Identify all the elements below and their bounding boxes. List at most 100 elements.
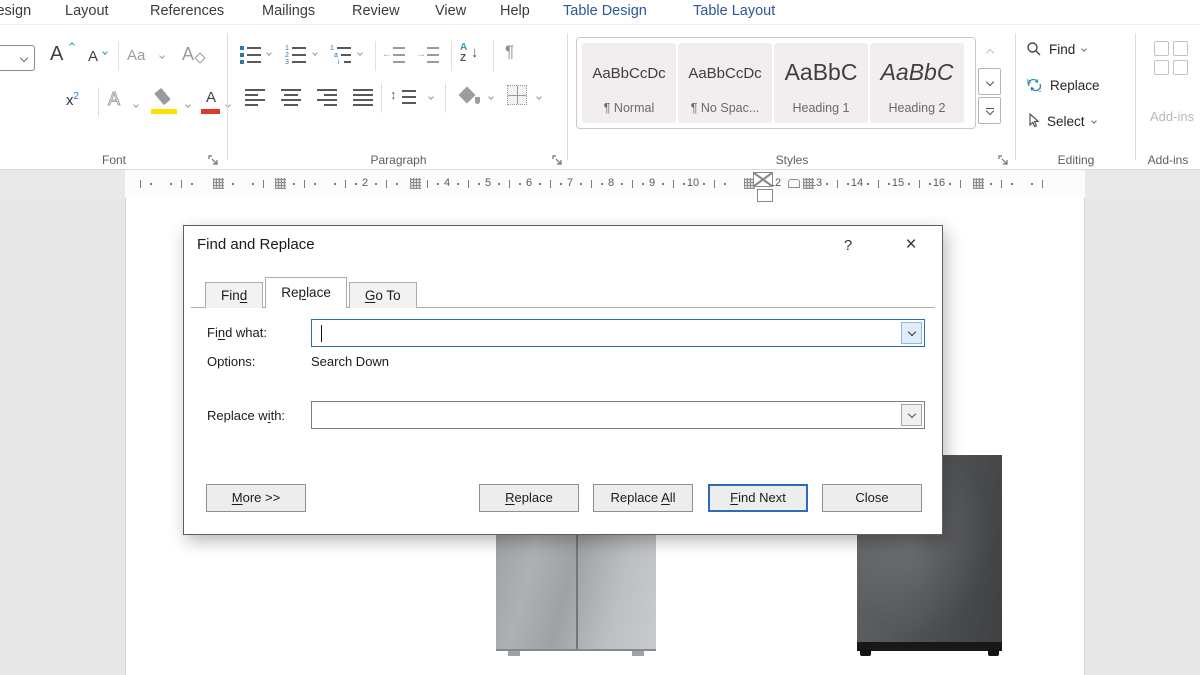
table-column-marker[interactable] — [213, 178, 224, 189]
decrease-indent-button[interactable]: ← — [384, 45, 406, 63]
menu-tab-mailings[interactable]: Mailings — [262, 0, 315, 25]
table-column-marker[interactable] — [973, 178, 984, 189]
indent-marker[interactable] — [788, 179, 800, 188]
gallery-more-button[interactable] — [978, 97, 1001, 124]
help-button[interactable]: ? — [836, 234, 860, 258]
font-color-button[interactable]: A — [200, 89, 222, 115]
align-center-button[interactable] — [281, 87, 303, 105]
ruler-tick — [1001, 180, 1002, 188]
multilevel-list-button[interactable]: 1 a i — [330, 45, 352, 63]
ruler-tick — [263, 180, 264, 188]
table-column-marker[interactable] — [803, 178, 814, 189]
numbering-button[interactable]: 1 2 3 — [285, 45, 307, 63]
table-resize-marker[interactable] — [753, 172, 773, 187]
align-right-button[interactable] — [317, 87, 339, 105]
table-column-marker[interactable] — [275, 178, 286, 189]
fridge-foot — [508, 651, 520, 656]
ruler-number: 14 — [851, 177, 863, 189]
table-resize-marker-lower[interactable] — [757, 189, 773, 202]
superscript-button[interactable]: x2 — [66, 91, 79, 109]
style-card-heading-2[interactable]: AaBbCHeading 2 — [870, 43, 964, 123]
dialog-button-more[interactable]: More >> — [206, 484, 306, 512]
menu-tab-references[interactable]: References — [150, 0, 224, 25]
menu-tab-table-layout[interactable]: Table Layout — [693, 0, 775, 25]
text-effects-button[interactable]: A — [108, 89, 120, 110]
paragraph-dialog-launcher[interactable] — [552, 153, 564, 165]
style-card-normal[interactable]: AaBbCcDc¶ Normal — [582, 43, 676, 123]
styles-dialog-launcher[interactable] — [998, 153, 1010, 165]
replace-with-label: Replace with: — [207, 408, 285, 423]
justify-button[interactable] — [353, 87, 375, 105]
ruler-tick — [919, 180, 920, 188]
ruler-tick — [252, 183, 254, 185]
chevron-down-icon[interactable] — [133, 102, 139, 108]
replace-with-input[interactable] — [312, 402, 900, 428]
style-name: ¶ No Spac... — [678, 101, 772, 115]
menu-tab-review[interactable]: Review — [352, 0, 400, 25]
bullets-button[interactable] — [240, 45, 262, 63]
chevron-down-icon[interactable] — [488, 94, 494, 100]
sort-button[interactable]: A Z ↓ — [460, 42, 486, 68]
ribbon: A A Aa A 2 x2 A A Font 1 — [0, 25, 1200, 170]
gallery-scroll-up-button[interactable] — [978, 39, 1001, 66]
find-what-input[interactable] — [312, 320, 900, 346]
ruler-number: 8 — [608, 177, 614, 189]
dialog-button-replace[interactable]: Replace — [479, 484, 579, 512]
clear-formatting-icon: A — [182, 44, 194, 64]
chevron-down-icon[interactable] — [312, 50, 318, 56]
menu-tab-layout[interactable]: Layout — [65, 0, 109, 25]
shading-button[interactable] — [457, 85, 481, 107]
dialog-button-close[interactable]: Close — [822, 484, 922, 512]
menu-tab-view[interactable]: View — [435, 0, 466, 25]
chevron-down-icon — [907, 327, 915, 335]
clear-formatting-button[interactable]: A — [182, 44, 194, 65]
ruler-tick — [509, 180, 510, 188]
dialog-button-replace-all[interactable]: Replace All — [593, 484, 693, 512]
chevron-down-icon[interactable] — [428, 94, 434, 100]
find-what-dropdown-button[interactable] — [901, 322, 922, 344]
table-column-marker[interactable] — [410, 178, 421, 189]
increase-indent-button[interactable]: → — [418, 45, 440, 63]
chevron-down-icon[interactable] — [185, 102, 191, 108]
chevron-down-icon[interactable] — [536, 94, 542, 100]
change-case-button[interactable]: Aa — [127, 47, 145, 64]
menu-tab-design[interactable]: Design — [0, 0, 31, 25]
style-card-heading-1[interactable]: AaBbCHeading 1 — [774, 43, 868, 123]
fridge-foot — [988, 650, 999, 656]
replace-button[interactable]: b c Replace — [1026, 73, 1100, 97]
ruler: 2456789101213141516 — [0, 170, 1200, 198]
highlight-color-swatch — [151, 109, 177, 114]
line-spacing-button[interactable]: ↕ — [392, 87, 422, 107]
addins-grid-icon[interactable] — [1154, 41, 1190, 77]
menu-tab-table-design[interactable]: Table Design — [563, 0, 647, 25]
text-highlight-button[interactable] — [150, 89, 180, 115]
borders-button[interactable] — [507, 85, 527, 105]
dialog-tab-find[interactable]: Find — [205, 282, 263, 308]
chevron-down-icon[interactable] — [357, 50, 363, 56]
close-button[interactable]: × — [896, 231, 926, 259]
dialog-tab-go-to[interactable]: Go To — [349, 282, 417, 308]
show-hide-marks-button[interactable]: ¶ — [505, 42, 514, 62]
text-caret — [321, 325, 322, 342]
dialog-tab-replace[interactable]: Replace — [265, 277, 347, 308]
shrink-font-button[interactable]: A — [88, 48, 98, 66]
find-button[interactable]: Find — [1026, 37, 1086, 61]
dialog-button-find-next[interactable]: Find Next — [708, 484, 808, 512]
ruler-tick — [427, 180, 428, 188]
gallery-scroll-down-button[interactable] — [978, 68, 1001, 95]
chevron-down-icon[interactable] — [266, 50, 272, 56]
style-card-no-spac[interactable]: AaBbCcDc¶ No Spac... — [678, 43, 772, 123]
align-left-button[interactable] — [245, 87, 267, 105]
font-dialog-launcher[interactable] — [208, 153, 220, 165]
replace-with-dropdown-button[interactable] — [901, 404, 922, 426]
divider — [381, 83, 382, 113]
ruler-number: 5 — [485, 177, 491, 189]
ruler-tick — [304, 180, 305, 188]
menu-tab-help[interactable]: Help — [500, 0, 530, 25]
addins-group: Add-ins Add-ins — [1136, 25, 1200, 170]
select-button[interactable]: Select — [1026, 109, 1096, 133]
grow-font-button[interactable]: A — [50, 44, 63, 65]
font-size-combobox[interactable] — [0, 45, 35, 71]
ruler-tick — [181, 180, 182, 188]
divider — [451, 41, 452, 71]
